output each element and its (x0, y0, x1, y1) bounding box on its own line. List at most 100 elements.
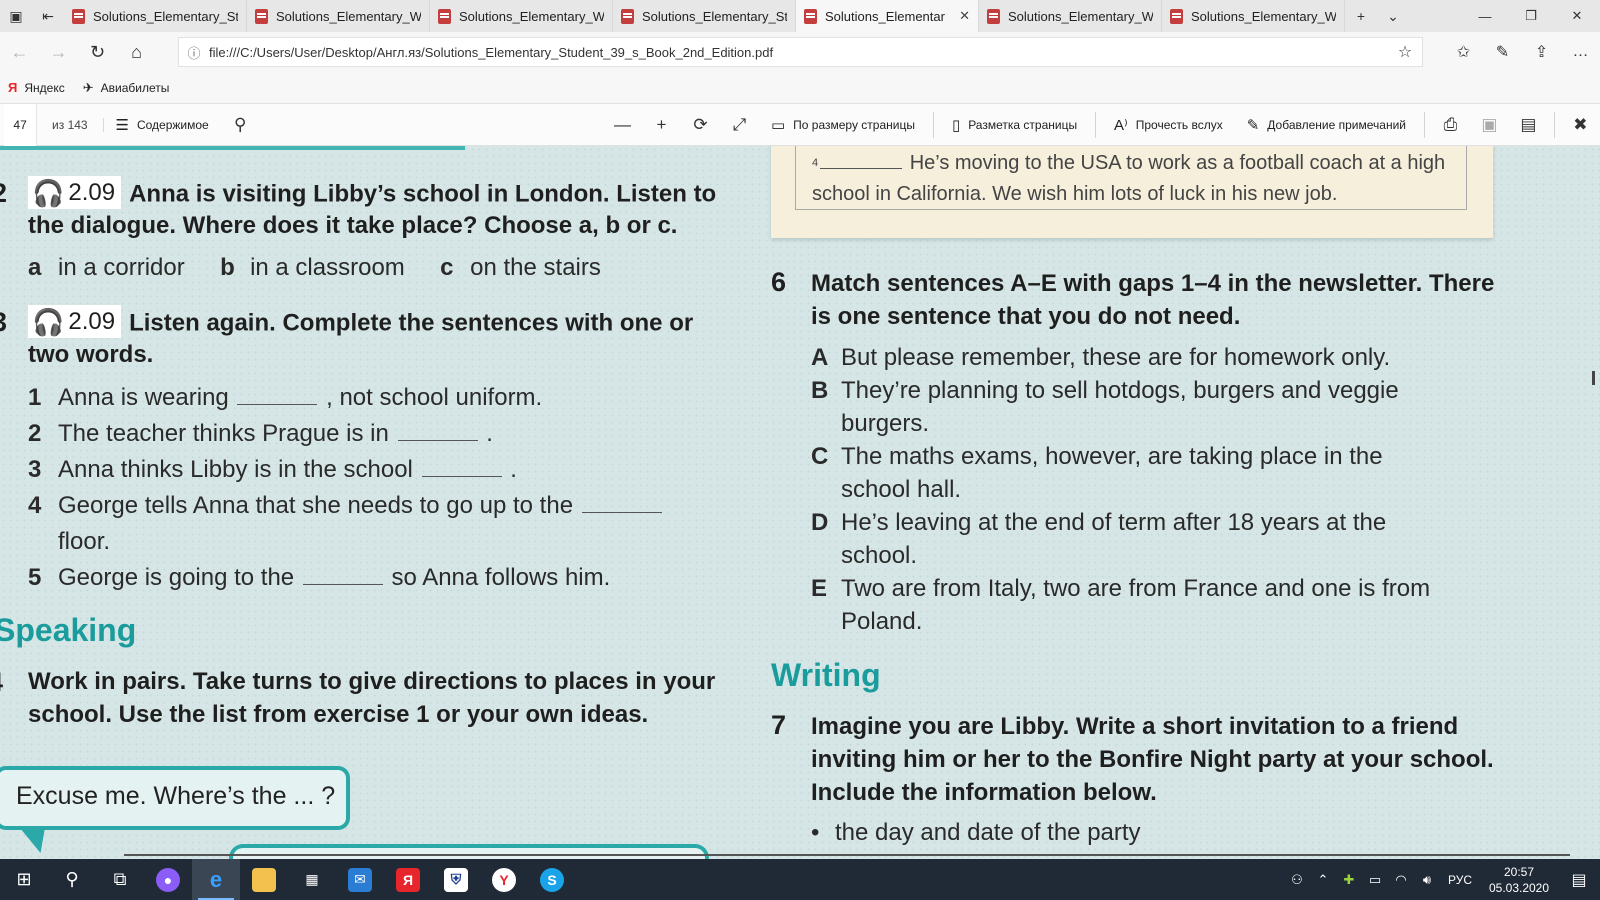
wifi-icon[interactable]: ◠ (1388, 872, 1414, 888)
new-tab-icon[interactable]: + (1345, 0, 1377, 32)
favorite-label: Яндекс (24, 80, 65, 95)
zoom-in-icon[interactable]: + (642, 104, 681, 146)
edge-icon[interactable]: e (192, 859, 240, 900)
zoom-out-icon[interactable]: — (603, 104, 642, 146)
save-as-icon[interactable]: ▤ (1509, 104, 1548, 146)
favorite-aviatickets[interactable]: ✈ Авиабилеты (83, 80, 170, 96)
rotate-icon[interactable]: ⟳ (681, 104, 720, 146)
save-icon[interactable]: ▣ (1470, 104, 1509, 146)
more-icon[interactable]: … (1561, 32, 1600, 72)
instruction-text: Anna is visiting Libby’s school in Londo… (129, 180, 717, 208)
page-layout-button[interactable]: ▯ Разметка страницы (940, 104, 1089, 146)
start-icon[interactable]: ⊞ (0, 859, 48, 900)
fullscreen-icon[interactable]: ⤢ (720, 104, 759, 146)
window-close-icon[interactable]: ✕ (1554, 0, 1600, 32)
option-letter: E (811, 575, 828, 602)
read-aloud-icon: A⁾ (1114, 116, 1128, 134)
pdf-icon (72, 8, 85, 24)
exercise-number: 3 (0, 307, 7, 338)
search-icon[interactable]: ⚲ (48, 859, 96, 900)
vpn-icon[interactable]: ⛨ (432, 859, 480, 900)
url-field[interactable]: ⓘ file:///C:/Users/User/Desktop/Англ.яз/… (178, 37, 1423, 67)
favorite-yandex[interactable]: Я Яндекс (8, 80, 65, 95)
language-indicator[interactable]: РУС (1440, 873, 1480, 887)
skype-icon[interactable]: S (528, 859, 576, 900)
newsletter-line: He’s moving to the USA to work as a foot… (909, 152, 1446, 174)
task-view-icon[interactable]: ⧉ (96, 859, 144, 900)
newsletter-line: school in California. We wish him lots o… (812, 183, 1338, 205)
read-aloud-button[interactable]: A⁾ Прочесть вслух (1102, 104, 1235, 146)
option-text: He’s leaving at the end of term after 18… (841, 509, 1387, 536)
share-icon[interactable]: ⇪ (1522, 32, 1561, 72)
refresh-icon[interactable]: ↻ (78, 32, 117, 72)
favorites-icon[interactable]: ✩ (1444, 32, 1483, 72)
vpn-glyph: ⛨ (444, 867, 468, 892)
exercise-3-instructions: 🎧 2.09 Listen again. Complete the sentence… (28, 305, 748, 340)
forward-icon[interactable]: → (39, 32, 78, 72)
option-letter: c (440, 254, 454, 281)
search-icon[interactable]: ⚲ (221, 104, 260, 146)
browser-tab[interactable]: Solutions_Elementary_St (613, 0, 796, 32)
minimize-icon[interactable]: — (1462, 0, 1508, 32)
exercise-6-option: B They’re planning to sell hotdogs, burge… (811, 374, 1399, 407)
browser-tab[interactable]: Solutions_Elementary_W (979, 0, 1162, 32)
battery-icon[interactable]: ▭ (1362, 872, 1388, 888)
option-letter: C (811, 443, 829, 470)
favorite-label: Авиабилеты (100, 80, 170, 95)
scrollbar-thumb[interactable] (1592, 371, 1595, 385)
yandex-app-icon[interactable]: Я (384, 859, 432, 900)
mail-icon[interactable]: ✉ (336, 859, 384, 900)
page-layout-icon: ▯ (951, 116, 961, 134)
url-text[interactable]: file:///C:/Users/User/Desktop/Англ.яз/So… (209, 45, 1388, 60)
list-icon: ☰ (115, 116, 129, 134)
info-icon[interactable]: ⓘ (179, 43, 209, 62)
browser-tab-active[interactable]: Solutions_Elementar ✕ (796, 0, 979, 32)
store-icon[interactable]: ▦ (288, 859, 336, 900)
taskbar: ⊞ ⚲ ⧉ ● e ▦ ✉ Я ⛨ Y S ⚇ ⌃ ✚ ▭ ◠ 🔊︎ РУС 2… (0, 859, 1600, 900)
yandex-browser-icon[interactable]: Y (480, 859, 528, 900)
restore-icon[interactable]: ❐ (1508, 0, 1554, 32)
home-icon[interactable]: ⌂ (117, 32, 156, 72)
divider (1095, 111, 1097, 138)
favorite-star-icon[interactable]: ☆ (1388, 42, 1422, 62)
browser-tab[interactable]: Solutions_Elementary_St (64, 0, 247, 32)
notifications-icon[interactable]: ▤ (1558, 870, 1600, 890)
contents-label: Содержимое (136, 117, 209, 132)
explorer-icon[interactable] (240, 859, 288, 900)
speech-bubble: Excuse me. Where’s the ... ? (0, 766, 350, 830)
pen-icon[interactable]: ✎ (1483, 32, 1522, 72)
mail-glyph: ✉ (348, 867, 372, 892)
close-icon[interactable]: ✕ (959, 8, 970, 24)
add-notes-button[interactable]: ✎ Добавление примечаний (1235, 104, 1418, 146)
set-aside-tabs-icon[interactable]: ⇤ (32, 0, 64, 32)
audio-track: 2.09 (68, 308, 116, 335)
back-icon[interactable]: ← (0, 32, 39, 72)
exercise-6-option: A But please remember, these are for home… (811, 341, 1390, 374)
browser-tab[interactable]: Solutions_Elementary_W (247, 0, 430, 32)
alice-icon[interactable]: ● (144, 859, 192, 900)
browser-tab[interactable]: Solutions_Elementary_W (430, 0, 613, 32)
browser-tab[interactable]: Solutions_Elementary_W (1162, 0, 1345, 32)
item-text: . (510, 456, 517, 483)
app-tray-icon[interactable]: ✚ (1336, 872, 1362, 888)
pin-toolbar-icon[interactable]: ✖ (1561, 104, 1600, 146)
option-text: in a corridor (58, 254, 185, 281)
exercise-6-instructions-line2: is one sentence that you do not need. (811, 303, 1241, 330)
exercise-7-instructions: Imagine you are Libby. Write a short inv… (811, 713, 1459, 740)
item-text: Anna thinks Libby is in the school (58, 456, 413, 483)
volume-icon[interactable]: 🔊︎ (1414, 872, 1440, 888)
contents-button[interactable]: ☰ Содержимое (104, 104, 221, 146)
show-hidden-icons-chevron-icon[interactable]: ⌃ (1310, 872, 1336, 888)
tab-label: Solutions_Elementary_W (459, 8, 604, 24)
exercise-6-option-continued: school hall. (841, 476, 962, 503)
print-icon[interactable]: ⎙ (1431, 104, 1470, 146)
exercise-3-instructions-line2: two words. (28, 341, 154, 368)
page-number-input[interactable]: 47 (4, 103, 38, 146)
tab-preview-chevron-icon[interactable]: ⌄ (1377, 0, 1409, 32)
fit-page-button[interactable]: ▭ По размеру страницы (759, 104, 927, 146)
audio-badge: 🎧 2.09 (28, 176, 122, 209)
speech-bubble-partial (229, 844, 709, 859)
tab-actions-icon[interactable]: ▣ (0, 0, 32, 32)
people-icon[interactable]: ⚇ (1284, 872, 1310, 888)
clock[interactable]: 20:57 05.03.2020 (1480, 864, 1558, 896)
